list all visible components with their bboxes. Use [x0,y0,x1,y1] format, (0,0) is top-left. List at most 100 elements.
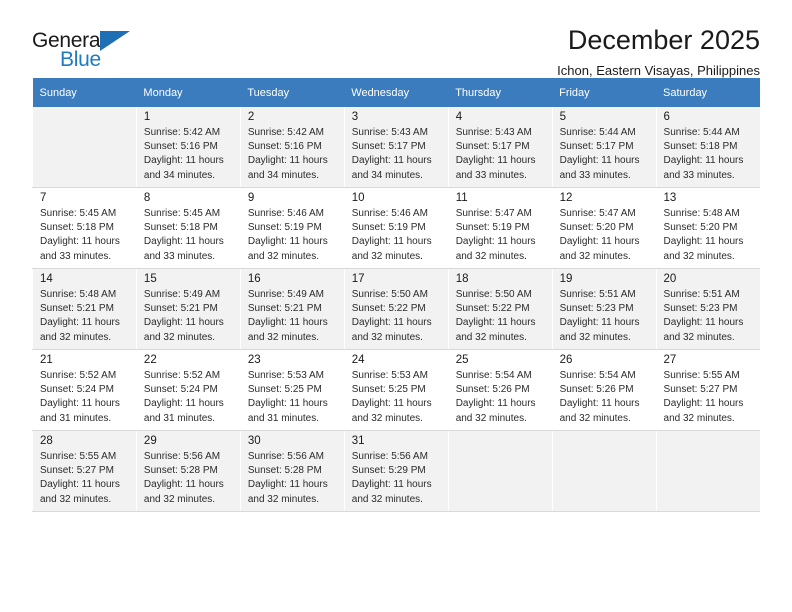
calendar-day-cell[interactable]: 19 Sunrise: 5:51 AM Sunset: 5:23 PM Dayligh… [551,268,657,350]
general-blue-logo[interactable]: General Blue [32,26,152,78]
calendar-day-cell[interactable]: 1 Sunrise: 5:42 AM Sunset: 5:16 PM Daylight… [135,107,241,188]
calendar-body: 1 Sunrise: 5:42 AM Sunset: 5:16 PM Daylight… [32,107,760,512]
calendar-day-cell[interactable]: 11 Sunrise: 5:47 AM Sunset: 5:19 PM Dayligh… [447,187,553,269]
sunset-time: Sunset: 5:18 PM [40,222,114,234]
calendar-day-cell[interactable]: 13 Sunrise: 5:48 AM Sunset: 5:20 PM Dayligh… [655,187,760,269]
calendar-day-cell[interactable]: 25 Sunrise: 5:54 AM Sunset: 5:26 PM Dayligh… [447,349,553,431]
calendar-day-cell[interactable]: 4 Sunrise: 5:43 AM Sunset: 5:17 PM Daylight… [447,107,553,188]
weekday-header-saturday: Saturday [656,78,760,107]
sunset-time: Sunset: 5:26 PM [455,384,530,396]
day-number: 5 [559,111,567,123]
calendar-day-cell[interactable]: 20 Sunrise: 5:51 AM Sunset: 5:23 PM Dayligh… [655,268,760,350]
calendar-cell-content: 16 Sunrise: 5:49 AM Sunset: 5:21 PM Dayligh… [241,269,344,345]
day-number: 10 [351,192,365,204]
calendar-day-cell[interactable]: 15 Sunrise: 5:49 AM Sunset: 5:21 PM Dayligh… [135,268,241,350]
calendar-day-cell[interactable]: 12 Sunrise: 5:47 AM Sunset: 5:20 PM Dayligh… [551,187,657,269]
sunset-time: Sunset: 5:20 PM [663,222,738,234]
daylight-duration-line-2: and 32 minutes. [559,250,631,262]
day-number: 20 [663,273,677,285]
daylight-duration-line-2: and 32 minutes. [455,250,527,262]
day-number: 2 [247,111,255,123]
day-number: 25 [455,354,469,366]
calendar-header-row: Sunday Monday Tuesday Wednesday Thursday… [32,78,760,107]
calendar-day-cell[interactable]: 17 Sunrise: 5:50 AM Sunset: 5:22 PM Dayligh… [343,268,449,350]
calendar-day-cell[interactable]: 2 Sunrise: 5:42 AM Sunset: 5:16 PM Daylight… [239,107,345,188]
calendar-day-cell[interactable]: 23 Sunrise: 5:53 AM Sunset: 5:25 PM Dayligh… [239,349,345,431]
day-number: 24 [351,354,365,366]
daylight-duration-line-1: Daylight: 11 hours [559,398,640,410]
day-sun-info: Sunrise: 5:46 AM Sunset: 5:19 PM Daylight:… [352,207,442,264]
day-number: 4 [455,111,463,123]
sunrise-time: Sunrise: 5:53 AM [351,370,428,381]
sunrise-time: Sunrise: 5:44 AM [559,127,636,138]
calendar-day-cell[interactable]: 8 Sunrise: 5:45 AM Sunset: 5:18 PM Daylight… [135,187,241,269]
calendar-cell-content: 29 Sunrise: 5:56 AM Sunset: 5:28 PM Dayligh… [137,431,240,507]
daylight-duration-line-1: Daylight: 11 hours [663,236,744,248]
day-number: 28 [40,435,53,447]
sunrise-time: Sunrise: 5:56 AM [351,451,428,462]
day-sun-info: Sunrise: 5:43 AM Sunset: 5:17 PM Daylight:… [456,126,546,183]
sunrise-time: Sunrise: 5:46 AM [351,208,428,219]
sunrise-time: Sunrise: 5:54 AM [559,370,636,381]
weekday-header-wednesday: Wednesday [344,78,449,107]
calendar-day-cell[interactable]: 7 Sunrise: 5:45 AM Sunset: 5:18 PM Daylight… [32,187,137,269]
day-sun-info: Sunrise: 5:52 AM Sunset: 5:24 PM Daylight:… [144,369,234,426]
calendar-cell-content: 12 Sunrise: 5:47 AM Sunset: 5:20 PM Dayligh… [553,188,656,264]
daylight-duration-line-2: and 32 minutes. [663,331,735,343]
day-sun-info: Sunrise: 5:47 AM Sunset: 5:20 PM Daylight:… [560,207,650,264]
calendar-day-cell[interactable]: 6 Sunrise: 5:44 AM Sunset: 5:18 PM Daylight… [655,107,760,188]
weekday-header-tuesday: Tuesday [240,78,345,107]
sunset-time: Sunset: 5:28 PM [247,465,322,477]
sunrise-time: Sunrise: 5:45 AM [40,208,117,219]
daylight-duration-line-2: and 33 minutes. [40,250,112,262]
blue-triangle-flag-icon [100,31,130,51]
calendar-cell-content: 19 Sunrise: 5:51 AM Sunset: 5:23 PM Dayligh… [553,269,656,345]
sunrise-time: Sunrise: 5:48 AM [40,289,117,300]
calendar-day-cell[interactable]: 24 Sunrise: 5:53 AM Sunset: 5:25 PM Dayligh… [343,349,449,431]
sunrise-time: Sunrise: 5:43 AM [351,127,428,138]
calendar-day-cell[interactable]: 14 Sunrise: 5:48 AM Sunset: 5:21 PM Dayligh… [32,268,137,350]
calendar-day-cell[interactable]: 21 Sunrise: 5:52 AM Sunset: 5:24 PM Dayligh… [32,349,137,431]
calendar-day-cell[interactable]: 16 Sunrise: 5:49 AM Sunset: 5:21 PM Dayligh… [239,268,345,350]
sunset-time: Sunset: 5:27 PM [663,384,738,396]
sunrise-time: Sunrise: 5:42 AM [143,127,221,138]
calendar-day-cell[interactable]: 5 Sunrise: 5:44 AM Sunset: 5:17 PM Daylight… [551,107,657,188]
sunset-time: Sunset: 5:21 PM [247,303,322,315]
calendar-day-cell[interactable]: 31 Sunrise: 5:56 AM Sunset: 5:29 PM Dayligh… [343,430,449,512]
calendar-cell-content: 9 Sunrise: 5:46 AM Sunset: 5:19 PM Daylight… [241,188,344,264]
sunrise-time: Sunrise: 5:51 AM [663,289,740,300]
calendar-day-cell[interactable]: 30 Sunrise: 5:56 AM Sunset: 5:28 PM Dayligh… [239,430,345,512]
day-number: 31 [351,435,365,447]
calendar-day-cell[interactable]: 26 Sunrise: 5:54 AM Sunset: 5:26 PM Dayligh… [551,349,657,431]
sunset-time: Sunset: 5:18 PM [143,222,218,234]
sunset-time: Sunset: 5:25 PM [247,384,322,396]
calendar-day-cell[interactable]: 10 Sunrise: 5:46 AM Sunset: 5:19 PM Dayligh… [343,187,449,269]
sunrise-time: Sunrise: 5:46 AM [247,208,324,219]
sunrise-time: Sunrise: 5:56 AM [143,451,221,462]
calendar-day-cell[interactable]: 27 Sunrise: 5:55 AM Sunset: 5:27 PM Dayligh… [655,349,760,431]
day-sun-info: Sunrise: 5:44 AM Sunset: 5:17 PM Daylight:… [560,126,650,183]
calendar-day-cell[interactable]: 3 Sunrise: 5:43 AM Sunset: 5:17 PM Daylight… [343,107,449,188]
day-sun-info: Sunrise: 5:46 AM Sunset: 5:19 PM Daylight:… [248,207,338,264]
day-sun-info: Sunrise: 5:48 AM Sunset: 5:21 PM Daylight:… [40,288,130,345]
calendar-cell-content: 11 Sunrise: 5:47 AM Sunset: 5:19 PM Dayligh… [449,188,552,264]
day-sun-info: Sunrise: 5:52 AM Sunset: 5:24 PM Daylight:… [40,369,130,426]
sunset-time: Sunset: 5:23 PM [559,303,634,315]
calendar-day-cell[interactable]: 29 Sunrise: 5:56 AM Sunset: 5:28 PM Dayligh… [135,430,241,512]
sunset-time: Sunset: 5:28 PM [143,465,218,477]
calendar-day-cell[interactable]: 9 Sunrise: 5:46 AM Sunset: 5:19 PM Daylight… [239,187,345,269]
sunset-time: Sunset: 5:18 PM [663,141,738,153]
calendar-day-cell[interactable]: 22 Sunrise: 5:52 AM Sunset: 5:24 PM Dayligh… [135,349,241,431]
calendar-day-cell[interactable]: 28 Sunrise: 5:55 AM Sunset: 5:27 PM Dayligh… [32,430,137,512]
calendar-day-cell[interactable]: 18 Sunrise: 5:50 AM Sunset: 5:22 PM Dayligh… [447,268,553,350]
daylight-duration-line-1: Daylight: 11 hours [40,479,120,491]
weekday-header-friday: Friday [552,78,657,107]
sunrise-time: Sunrise: 5:51 AM [559,289,636,300]
daylight-duration-line-1: Daylight: 11 hours [247,398,328,410]
calendar-cell-content: 4 Sunrise: 5:43 AM Sunset: 5:17 PM Daylight… [449,107,552,183]
day-number: 12 [559,192,573,204]
sunrise-time: Sunrise: 5:50 AM [351,289,428,300]
day-sun-info: Sunrise: 5:53 AM Sunset: 5:25 PM Daylight:… [352,369,442,426]
day-number: 16 [247,273,261,285]
sunrise-time: Sunrise: 5:44 AM [663,127,740,138]
